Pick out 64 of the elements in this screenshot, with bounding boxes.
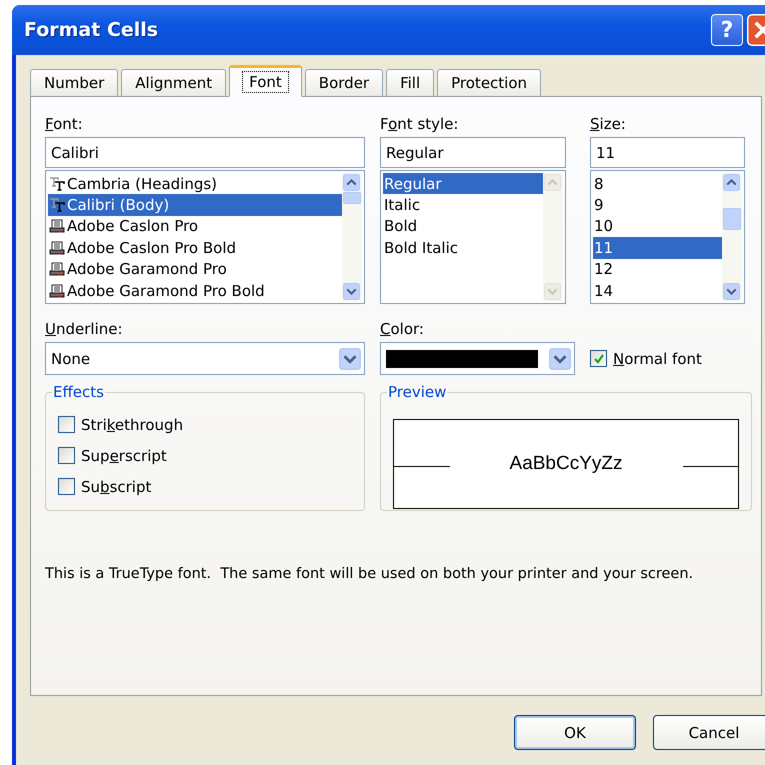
checkbox[interactable]	[590, 350, 607, 367]
list-item[interactable]: 9	[593, 194, 722, 216]
checkbox[interactable]	[58, 478, 75, 495]
list-item[interactable]: 14	[593, 280, 722, 301]
list-item[interactable]: 8	[593, 173, 722, 194]
list-item[interactable]: 11	[593, 237, 722, 259]
field-label: Size:	[590, 115, 627, 135]
scroll-thumb[interactable]	[723, 208, 741, 230]
group-title: Preview	[387, 383, 448, 401]
checkbox-label: Normal font	[613, 350, 702, 368]
printer-icon	[49, 219, 65, 234]
tab[interactable]: Alignment	[121, 69, 226, 97]
printer-icon	[49, 262, 65, 276]
list-item[interactable]: Bold Italic	[383, 237, 543, 259]
tab[interactable]: Number	[30, 69, 118, 97]
tab[interactable]: Font	[229, 65, 302, 97]
field-label: Font:	[45, 115, 84, 135]
scrollbar[interactable]	[722, 173, 742, 301]
list-item[interactable]: 10	[593, 216, 722, 238]
field-label: Color:	[380, 320, 425, 340]
info-text: This is a TrueType font. The same font will be used on both your printer and your screen.	[45, 565, 694, 584]
list-item[interactable]: 12	[593, 258, 722, 280]
scroll-down-button[interactable]	[339, 346, 361, 370]
scroll-down-button[interactable]	[343, 283, 360, 300]
scrollbar[interactable]	[342, 173, 362, 301]
checkbox-label: Subscript	[81, 478, 152, 496]
text-field[interactable]: 11	[590, 137, 745, 168]
checkbox[interactable]	[58, 416, 75, 433]
scroll-up-button[interactable]	[343, 174, 360, 191]
window-title: Format Cells	[24, 19, 160, 41]
printer-icon	[49, 240, 65, 255]
printer-icon	[49, 284, 65, 298]
list-item[interactable]: Bold	[383, 216, 543, 238]
list-item[interactable]: Cambria (Headings)	[48, 173, 342, 194]
underline-dropdown[interactable]: None	[45, 342, 365, 375]
text-field[interactable]: Regular	[380, 137, 566, 168]
list-item[interactable]: Adobe Garamond Pro	[48, 258, 342, 280]
checkbox-label: Superscript	[81, 446, 167, 464]
text-field[interactable]: Calibri	[45, 137, 365, 168]
dialog-button[interactable]: OK	[514, 715, 636, 750]
list-item[interactable]: Adobe Caslon Pro	[48, 216, 342, 238]
scroll-down-button[interactable]	[723, 283, 740, 300]
dialog-button[interactable]: Cancel	[653, 715, 765, 750]
field-label: Font style:	[380, 115, 460, 135]
preview-text: AaBbCcYyZz	[508, 453, 624, 475]
field-label: Underline:	[45, 320, 124, 340]
scroll-thumb[interactable]	[343, 192, 361, 204]
scroll-down-button[interactable]	[549, 346, 571, 370]
help-button[interactable]: ?	[711, 14, 743, 46]
tab[interactable]: Protection	[437, 69, 542, 97]
checkbox-label: Strikethrough	[81, 416, 184, 434]
list-item[interactable]: Italic	[383, 194, 543, 216]
list-item[interactable]: Regular	[383, 173, 543, 194]
list-item[interactable]: Calibri (Body)	[48, 194, 342, 216]
truetype-icon	[49, 176, 65, 191]
scroll-up-button[interactable]	[723, 174, 740, 191]
list-item[interactable]: Adobe Caslon Pro Bold	[48, 237, 342, 259]
tab[interactable]: Border	[304, 69, 384, 97]
color-dropdown[interactable]	[380, 342, 575, 375]
list-item[interactable]: Adobe Garamond Pro Bold	[48, 280, 342, 301]
checkbox[interactable]	[58, 447, 75, 464]
truetype-icon	[49, 198, 65, 212]
tab[interactable]: Fill	[386, 69, 434, 97]
group-title: Effects	[52, 383, 105, 401]
